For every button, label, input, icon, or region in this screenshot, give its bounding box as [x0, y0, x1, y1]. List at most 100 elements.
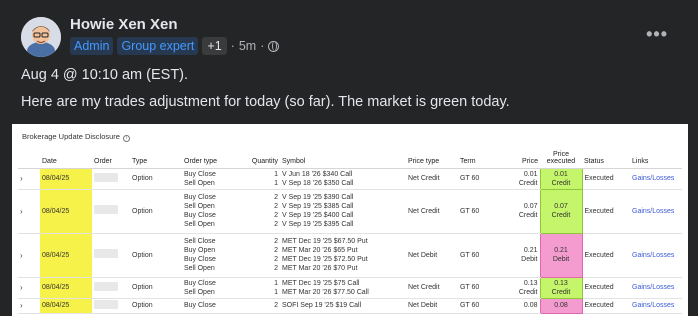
badge-more[interactable]: +1	[202, 37, 227, 55]
redacted-order-number	[94, 299, 118, 309]
statement-title: Brokerage Update Disclosure i	[22, 132, 131, 142]
price-line: Debit	[521, 256, 538, 263]
more-options-icon[interactable]: •••	[646, 24, 668, 45]
cell-price: 0.07 Credit	[500, 189, 540, 234]
cell-price-executed: 0.07 Credit	[539, 188, 583, 234]
price-line: 0.13	[523, 279, 538, 287]
quantity-line: 2	[274, 247, 278, 254]
table-row[interactable]: › 08/04/25 Option Buy Close Sell Open 1 1 V Jun…	[18, 167, 682, 190]
cell-status: Executed	[582, 277, 630, 299]
cell-type: Option	[130, 168, 182, 190]
statement-title-text: Brokerage Update Disclosure	[22, 132, 120, 141]
cell-type: Option	[130, 189, 182, 234]
cell-price: 0.08	[500, 298, 540, 314]
quantity-line: 1	[274, 179, 278, 187]
cell-term: GT 60	[458, 189, 500, 234]
price-executed-line: Credit	[551, 212, 571, 219]
cell-price-executed: 0.08	[539, 297, 583, 314]
avatar[interactable]	[21, 17, 61, 57]
order-type-line: Buy Close	[184, 279, 216, 287]
cell-status: Executed	[582, 168, 630, 190]
table-row[interactable]: › 08/04/25 Option Buy Close Sell Open Buy Clo…	[18, 188, 682, 234]
table-row[interactable]: › 08/04/25 Option Sell Close Buy Open Buy Clo…	[18, 232, 682, 278]
cell-type: Option	[130, 277, 182, 299]
header-term: Term	[458, 144, 500, 169]
header-quantity: Quantity	[244, 144, 280, 169]
symbol-line: V Sep 19 '25 $395 Call	[282, 221, 354, 228]
cell-term: GT 60	[458, 277, 500, 299]
cell-order	[92, 277, 130, 299]
price-executed-line: 0.07	[554, 203, 568, 210]
price-line: 0.08	[523, 302, 538, 309]
gains-losses-link[interactable]: Gains/Losses	[630, 168, 682, 190]
header-links: Links	[630, 144, 682, 169]
expand-row-chevron-icon[interactable]: ›	[18, 233, 40, 278]
order-type-line: Sell Open	[184, 265, 215, 272]
cell-order-type: Sell Close Buy Open Buy Close Sell Open	[182, 233, 244, 278]
cell-symbol: V Jun 18 '26 $340 Call V Sep 18 '26 $350 …	[280, 168, 406, 190]
cell-order	[92, 298, 130, 314]
cell-order-type: Buy Close Sell Open	[182, 168, 244, 190]
symbol-line: SOFI Sep 19 '25 $19 Call	[282, 302, 362, 309]
header-expand	[18, 144, 40, 169]
price-line: 0.21	[523, 247, 538, 254]
quantity-line: 2	[274, 256, 278, 263]
trades-table: Date Order Type Order type Quantity Symb…	[18, 144, 682, 314]
cell-date: 08/04/25	[40, 277, 92, 299]
cell-order-type: Buy Close Sell Open	[182, 277, 244, 299]
post-time[interactable]: 5m	[239, 39, 256, 53]
price-line: Credit	[518, 179, 538, 187]
redacted-order-number	[94, 249, 118, 258]
avatar-image	[21, 17, 61, 57]
gains-losses-link[interactable]: Gains/Losses	[630, 189, 682, 234]
badge-group-expert[interactable]: Group expert	[117, 37, 199, 55]
table-header-row: Date Order Type Order type Quantity Symb…	[18, 144, 682, 169]
price-executed-line: Credit	[551, 179, 571, 187]
header-symbol: Symbol	[280, 144, 406, 169]
gains-losses-link[interactable]: Gains/Losses	[630, 298, 682, 314]
author-name[interactable]: Howie Xen Xen	[70, 16, 178, 33]
header-price: Price	[500, 144, 540, 169]
order-type-line: Buy Close	[184, 170, 216, 178]
price-executed-line: 0.01	[554, 170, 568, 178]
order-type-line: Buy Open	[184, 247, 216, 254]
expand-row-chevron-icon[interactable]: ›	[18, 298, 40, 314]
redacted-order-number	[94, 281, 118, 291]
symbol-line: V Sep 18 '26 $350 Call	[282, 179, 354, 187]
order-type-line: Buy Close	[184, 302, 216, 309]
table-row[interactable]: › 08/04/25 Option Buy Close Sell Open 1 1 MET D…	[18, 276, 682, 299]
cell-symbol: V Sep 19 '25 $390 Call V Sep 19 '25 $385 …	[280, 189, 406, 234]
price-line: 0.01	[523, 170, 538, 178]
expand-row-chevron-icon[interactable]: ›	[18, 277, 40, 299]
cell-status: Executed	[582, 233, 630, 278]
post-image-statement[interactable]: Brokerage Update Disclosure i Date Order…	[12, 124, 688, 316]
cell-price-executed: 0.01 Credit	[539, 167, 583, 190]
price-executed-line: Debit	[552, 256, 570, 263]
badge-admin[interactable]: Admin	[70, 37, 114, 55]
price-line: Credit	[518, 288, 538, 296]
quantity-line: 2	[274, 238, 278, 245]
post-meta: Admin Group expert +1 · 5m ·	[70, 37, 280, 55]
quantity-line: 1	[274, 288, 278, 296]
quantity-line: 2	[274, 302, 278, 309]
symbol-line: MET Mar 20 '26 $65 Put	[282, 247, 358, 254]
header-date: Date	[40, 144, 92, 169]
quantity-line: 2	[274, 203, 278, 210]
cell-date: 08/04/25	[40, 189, 92, 234]
cell-type: Option	[130, 233, 182, 278]
order-type-line: Sell Open	[184, 179, 215, 187]
order-type-line: Sell Open	[184, 288, 215, 296]
gains-losses-link[interactable]: Gains/Losses	[630, 233, 682, 278]
cell-date: 08/04/25	[40, 233, 92, 278]
order-type-line: Sell Close	[184, 238, 216, 245]
table-row[interactable]: › 08/04/25 Option Buy Close 2 SOFI Sep 19 '25…	[18, 297, 682, 314]
expand-row-chevron-icon[interactable]: ›	[18, 189, 40, 234]
cell-order	[92, 168, 130, 190]
cell-term: GT 60	[458, 168, 500, 190]
symbol-line: MET Dec 19 '25 $72.50 Put	[282, 256, 368, 263]
quantity-line: 1	[274, 279, 278, 287]
gains-losses-link[interactable]: Gains/Losses	[630, 277, 682, 299]
table-body: › 08/04/25 Option Buy Close Sell Open 1 1 V Jun…	[18, 167, 682, 314]
expand-row-chevron-icon[interactable]: ›	[18, 168, 40, 190]
header-price-executed: Price executed	[540, 144, 582, 169]
